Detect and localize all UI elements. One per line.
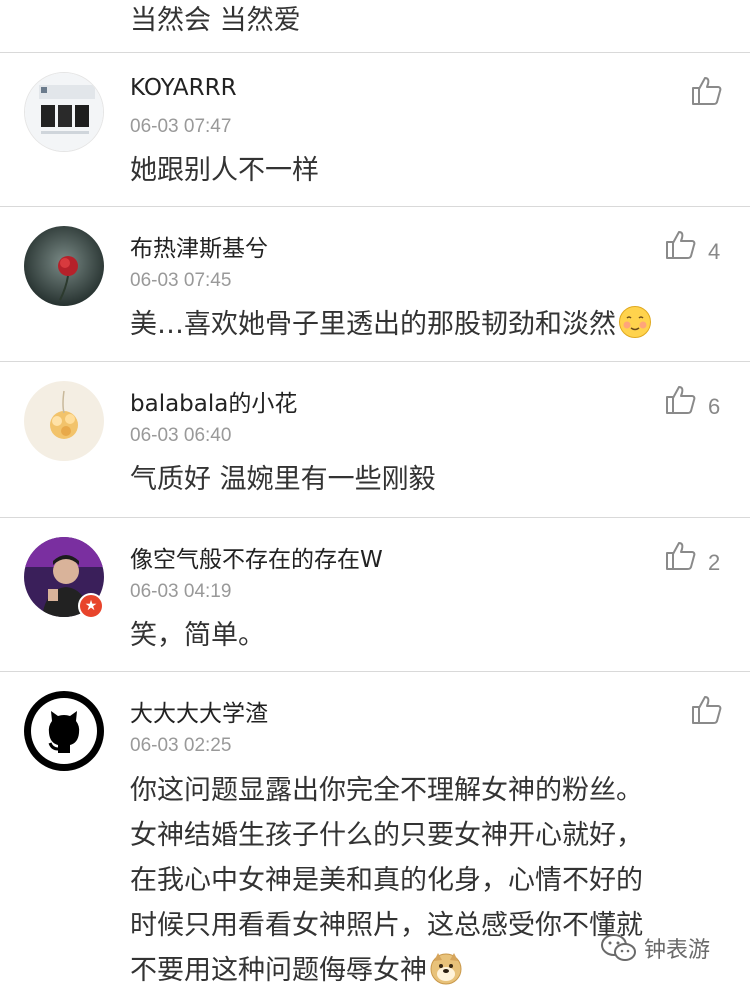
watermark: 钟表游	[600, 932, 710, 964]
timestamp: 06-03 07:47	[130, 116, 232, 137]
comment-text: 她跟别人不一样	[130, 155, 319, 186]
username[interactable]: KOYARRR	[130, 75, 237, 101]
previous-comment-text: 当然会 当然爱	[130, 5, 301, 36]
doge-emoji-icon	[430, 953, 462, 985]
thumbs-up-icon[interactable]	[664, 228, 698, 262]
avatar[interactable]	[24, 72, 104, 152]
thumbs-up-icon[interactable]	[664, 539, 698, 573]
wechat-icon	[601, 934, 636, 961]
comment-text: 气质好 温婉里有一些刚毅	[130, 464, 436, 495]
username[interactable]: 大大大大学渣	[130, 694, 268, 728]
username[interactable]: balabala的小花	[130, 384, 297, 418]
like-count: 4	[708, 239, 721, 264]
divider	[0, 517, 750, 518]
comment-text: 美…喜欢她骨子里透出的那股韧劲和淡然	[130, 303, 720, 346]
username[interactable]: 像空气般不存在的存在W	[130, 540, 383, 574]
avatar[interactable]	[24, 226, 104, 306]
divider	[0, 206, 750, 207]
comment-text-body: 美…喜欢她骨子里透出的那股韧劲和淡然	[130, 309, 616, 340]
divider	[0, 52, 750, 53]
avatar[interactable]	[24, 691, 104, 771]
blush-emoji-icon	[619, 306, 651, 338]
username[interactable]: 布热津斯基兮	[130, 229, 268, 263]
comment-text: 笑，简单。	[130, 620, 265, 651]
divider	[0, 361, 750, 362]
like-count: 2	[708, 550, 721, 575]
timestamp: 06-03 02:25	[130, 735, 232, 756]
star-badge-icon: ★	[78, 593, 104, 619]
timestamp: 06-03 07:45	[130, 270, 232, 291]
timestamp: 06-03 04:19	[130, 581, 232, 602]
timestamp: 06-03 06:40	[130, 425, 232, 446]
thumbs-up-icon[interactable]	[690, 74, 724, 108]
avatar[interactable]	[24, 381, 104, 461]
thumbs-up-icon[interactable]	[690, 693, 724, 727]
thumbs-up-icon[interactable]	[664, 383, 698, 417]
divider	[0, 671, 750, 672]
watermark-text: 钟表游	[644, 938, 711, 963]
comment-text-body: 你这问题显露出你完全不理解女神的粉丝。 女神结婚生孩子什么的只要女神开心就好， …	[130, 775, 643, 986]
like-count: 6	[708, 394, 721, 419]
